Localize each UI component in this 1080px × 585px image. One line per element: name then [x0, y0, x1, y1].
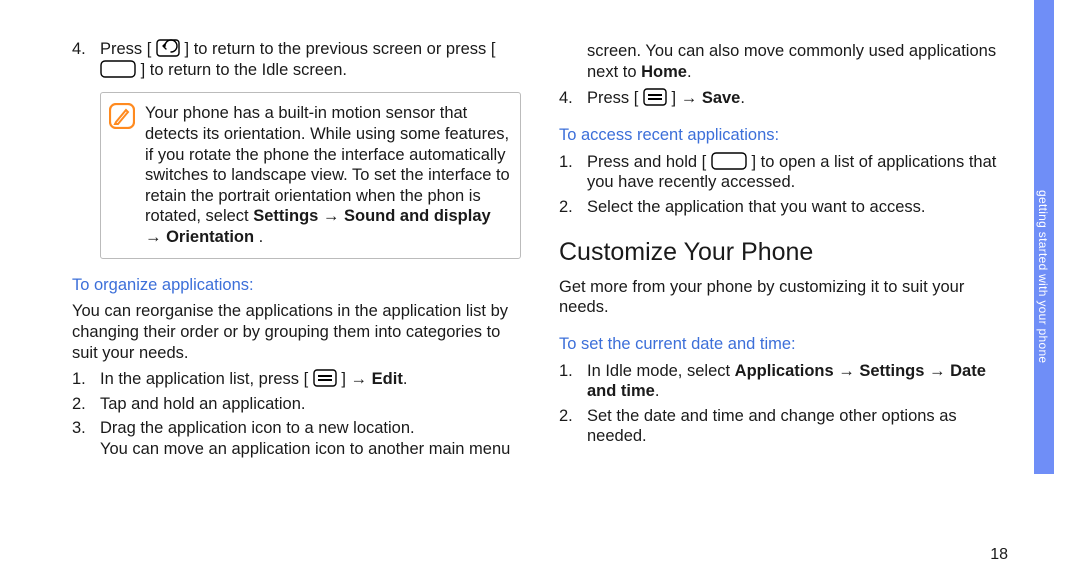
organize-step-2: Tap and hold an application. [100, 394, 521, 415]
subhead-organize: To organize applications: [72, 275, 521, 296]
home-key-icon [711, 152, 747, 170]
list-number: 4. [72, 39, 100, 80]
screen-continuation: screen. You can also move commonly used … [559, 41, 1008, 82]
note-box: Your phone has a built-in motion sensor … [100, 92, 521, 258]
page-number: 18 [990, 545, 1008, 565]
datetime-step-2: Set the date and time and change other o… [587, 406, 1008, 447]
customize-intro: Get more from your phone by customizing … [559, 277, 1008, 318]
subhead-date-time: To set the current date and time: [559, 334, 1008, 355]
list-number: 2. [559, 406, 587, 447]
organize-intro: You can reorganise the applications in t… [72, 301, 521, 363]
organize-step-4: Press [ ] → Save. [587, 88, 1008, 109]
list-number: 1. [559, 361, 587, 402]
list-number: 2. [559, 197, 587, 218]
back-key-icon [156, 39, 180, 57]
step-4-text: Press [ ] to return to the previous scre… [100, 39, 521, 80]
list-number: 2. [72, 394, 100, 415]
recent-step-2: Select the application that you want to … [587, 197, 1008, 218]
note-text: Your phone has a built-in motion sensor … [145, 103, 510, 247]
note-icon [109, 103, 135, 129]
datetime-step-1: In Idle mode, select Applications → Sett… [587, 361, 1008, 402]
list-number: 3. [72, 418, 100, 459]
recent-step-1: Press and hold [ ] to open a list of app… [587, 152, 1008, 193]
organize-step-3: Drag the application icon to a new locat… [100, 418, 521, 459]
home-key-icon [100, 60, 136, 78]
list-number: 1. [72, 369, 100, 390]
list-number: 4. [559, 88, 587, 109]
organize-step-1: In the application list, press [ ] → Edi… [100, 369, 521, 390]
side-tab-label: getting started with your phone [1036, 190, 1050, 363]
menu-key-icon [643, 88, 667, 106]
list-number: 1. [559, 152, 587, 193]
heading-customize: Customize Your Phone [559, 237, 1008, 268]
menu-key-icon [313, 369, 337, 387]
subhead-recent: To access recent applications: [559, 125, 1008, 146]
